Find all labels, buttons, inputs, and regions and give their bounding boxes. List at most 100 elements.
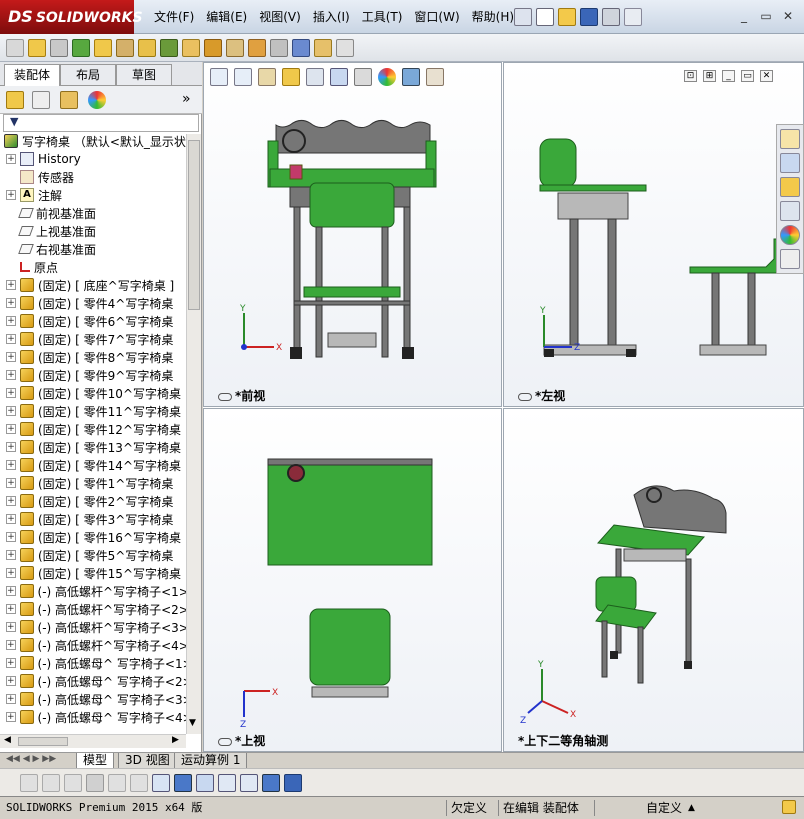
custom-properties-icon[interactable]: [780, 249, 800, 269]
menu-insert[interactable]: 插入(I): [307, 8, 356, 26]
scroll-left-icon[interactable]: ◀: [4, 735, 11, 745]
status-units[interactable]: 自定义: [594, 800, 690, 816]
zoom-to-fit-icon[interactable]: [210, 68, 228, 86]
appearances-icon[interactable]: [780, 225, 800, 245]
tree-item[interactable]: + (-) 高低螺杆^写字椅子<1>: [0, 582, 186, 600]
explode-line-sketch-icon[interactable]: [270, 39, 288, 57]
tree-item[interactable]: + A 注解: [0, 186, 186, 204]
tree-item[interactable]: + (固定) [ 零件8^写字椅桌: [0, 348, 186, 366]
tree-root[interactable]: 写字椅桌 （默认<默认_显示状: [0, 132, 186, 150]
expand-toggle[interactable]: +: [6, 694, 16, 704]
tree-item[interactable]: + (固定) [ 零件2^写字椅桌: [0, 492, 186, 510]
expand-toggle[interactable]: +: [6, 460, 16, 470]
expand-toggle[interactable]: +: [6, 568, 16, 578]
viewport-isometric[interactable]: Y X Z *上下二等角轴测: [503, 408, 804, 752]
toggle-views-icon[interactable]: ⊞: [703, 70, 716, 82]
menu-tools[interactable]: 工具(T): [356, 8, 409, 26]
tab-3d-view[interactable]: 3D 视图: [118, 753, 177, 769]
tree-item[interactable]: 原点: [0, 258, 186, 276]
section-view-icon[interactable]: [282, 68, 300, 86]
open-folder-icon[interactable]: [558, 8, 576, 26]
close-icon[interactable]: ✕: [780, 9, 796, 23]
view-eye-icon[interactable]: [218, 392, 232, 401]
tab-nav-icons[interactable]: ◀◀ ◀ ▶ ▶▶: [6, 754, 56, 764]
view-eye-icon[interactable]: [518, 392, 532, 401]
tab-layout[interactable]: 布局: [60, 64, 116, 85]
view-orientation-icon[interactable]: [306, 68, 324, 86]
scroll-right-icon[interactable]: ▶: [172, 735, 179, 745]
shaded-icon[interactable]: [262, 774, 280, 792]
expand-toggle[interactable]: +: [6, 442, 16, 452]
expand-toggle[interactable]: +: [6, 334, 16, 344]
tree-item[interactable]: + (固定) [ 底座^写字椅桌 ]: [0, 276, 186, 294]
view-cube-icon[interactable]: [174, 774, 192, 792]
save-icon[interactable]: [580, 8, 598, 26]
assembly-features-icon[interactable]: [160, 39, 178, 57]
viewport-top[interactable]: X Z *上视: [203, 408, 502, 752]
scroll-thumb[interactable]: [188, 140, 200, 310]
expand-toggle[interactable]: +: [6, 298, 16, 308]
file-explorer-icon[interactable]: [780, 177, 800, 197]
expand-toggle[interactable]: +: [6, 478, 16, 488]
hscroll-thumb[interactable]: [18, 737, 68, 746]
new-motion-study-icon[interactable]: [204, 39, 222, 57]
mate-icon[interactable]: [28, 39, 46, 57]
propertymanager-icon[interactable]: [32, 91, 50, 109]
units-up-icon[interactable]: ▲: [684, 800, 695, 816]
tree-item[interactable]: + (-) 高低螺母^ 写字椅子<2>: [0, 672, 186, 690]
tree-item[interactable]: + (-) 高低螺杆^写字椅子<4>: [0, 636, 186, 654]
expand-toggle[interactable]: +: [6, 532, 16, 542]
standard-views-icon[interactable]: [196, 774, 214, 792]
insert-component-icon[interactable]: [6, 39, 24, 57]
tree-item[interactable]: + (-) 高低螺母^ 写字椅子<4>: [0, 708, 186, 726]
expand-toggle[interactable]: +: [6, 640, 16, 650]
dimension-icon[interactable]: [152, 774, 170, 792]
menu-view[interactable]: 视图(V): [253, 8, 307, 26]
solidworks-resources-icon[interactable]: [780, 129, 800, 149]
tree-item[interactable]: 传感器: [0, 168, 186, 186]
tree-item[interactable]: + (固定) [ 零件4^写字椅桌: [0, 294, 186, 312]
featuremanager-icon[interactable]: [6, 91, 24, 109]
tree-item[interactable]: + (固定) [ 零件6^写字椅桌: [0, 312, 186, 330]
tree-item[interactable]: + (固定) [ 零件10^写字椅桌: [0, 384, 186, 402]
tree-item[interactable]: + (固定) [ 零件12^写字椅桌: [0, 420, 186, 438]
tree-item[interactable]: + (固定) [ 零件15^写字椅桌: [0, 564, 186, 582]
expand-toggle[interactable]: +: [6, 370, 16, 380]
solidworks-logo[interactable]: DS SOLIDWORKS: [0, 0, 143, 34]
view-settings-icon[interactable]: [426, 68, 444, 86]
display-style-icon[interactable]: [330, 68, 348, 86]
edit-appearance-icon[interactable]: [378, 68, 396, 86]
move-component-icon[interactable]: [116, 39, 134, 57]
expand-toggle[interactable]: +: [6, 280, 16, 290]
viewport-left[interactable]: Y Z *左视: [503, 62, 804, 407]
tree-item[interactable]: + (-) 高低螺杆^写字椅子<3>: [0, 618, 186, 636]
expand-toggle[interactable]: +: [6, 406, 16, 416]
apply-scene-icon[interactable]: [402, 68, 420, 86]
reference-geometry-icon[interactable]: [182, 39, 200, 57]
tab-motion-study[interactable]: 运动算例 1: [174, 753, 248, 769]
menu-edit[interactable]: 编辑(E): [200, 8, 253, 26]
link-views-icon[interactable]: ⊡: [684, 70, 697, 82]
tree-filter-input[interactable]: ▼: [3, 114, 199, 132]
filter-funnel-icon[interactable]: ▼: [10, 115, 18, 128]
tree-item[interactable]: + (固定) [ 零件14^写字椅桌: [0, 456, 186, 474]
expand-toggle[interactable]: +: [6, 190, 16, 200]
tree-item[interactable]: + (固定) [ 零件13^写字椅桌: [0, 438, 186, 456]
menu-window[interactable]: 窗口(W): [408, 8, 465, 26]
display-manager-icon[interactable]: [88, 91, 106, 109]
show-hidden-icon[interactable]: [138, 39, 156, 57]
normal-to-icon[interactable]: [218, 774, 236, 792]
bill-of-materials-icon[interactable]: [226, 39, 244, 57]
minimize-icon[interactable]: _: [736, 9, 752, 23]
scroll-down-icon[interactable]: ▼: [189, 718, 196, 728]
menu-file[interactable]: 文件(F): [148, 8, 200, 26]
expand-toggle[interactable]: +: [6, 496, 16, 506]
tree-item[interactable]: + History: [0, 150, 186, 168]
save-view-icon[interactable]: [284, 774, 302, 792]
edit-component-icon[interactable]: [50, 39, 68, 57]
table-icon[interactable]: [240, 774, 258, 792]
zoom-to-area-icon[interactable]: [234, 68, 252, 86]
viewport-close-icon[interactable]: ✕: [760, 70, 773, 82]
tree-item[interactable]: + (固定) [ 零件16^写字椅桌: [0, 528, 186, 546]
tree-vertical-scrollbar[interactable]: ▼: [186, 134, 201, 734]
